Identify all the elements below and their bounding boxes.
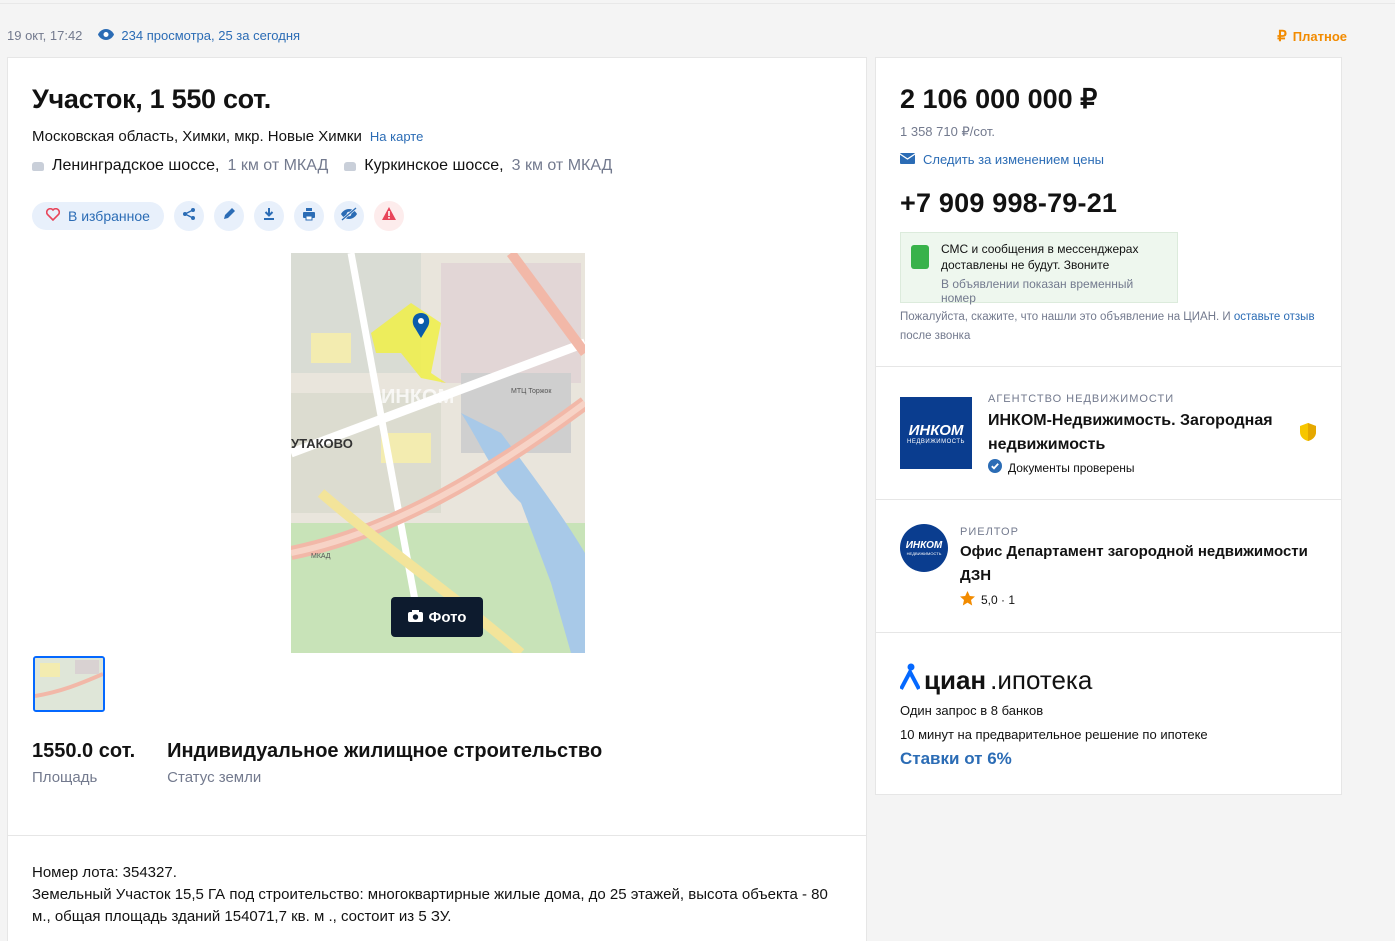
report-button[interactable] <box>373 201 404 231</box>
mail-icon <box>899 152 916 167</box>
edit-button[interactable] <box>213 201 244 231</box>
verified-check-icon <box>988 459 1002 476</box>
favorite-button[interactable]: В избранное <box>32 202 164 230</box>
page-title: Участок, 1 550 сот. <box>32 84 271 114</box>
listing-card: Участок, 1 550 сот. Московская область, … <box>7 57 867 837</box>
cian-logo-icon <box>899 663 921 696</box>
map-road-label: МКАД <box>311 553 331 560</box>
sidebar: 2 106 000 000 ₽ 1 358 710 ₽/сот. Следить… <box>875 57 1342 795</box>
leave-review-link[interactable]: оставьте отзыв <box>1234 311 1315 323</box>
shield-icon <box>1300 423 1316 446</box>
map-watermark: ИНКОМ <box>381 386 454 408</box>
on-map-link[interactable]: На карте <box>370 129 423 144</box>
download-button[interactable] <box>253 201 284 231</box>
views-count: 234 просмотра, 25 за сегодня <box>121 27 301 43</box>
agency-name[interactable]: ИНКОМ-Недвижимость. Загородная недвижимо… <box>988 409 1298 457</box>
highway-item: Ленинградское шоссе, 1 км от МКАД <box>32 157 328 175</box>
fact-area: 1550.0 сот. Площадь <box>32 740 136 786</box>
realtor-rating: 5,0 · 1 <box>960 591 1015 609</box>
map-preview[interactable]: УТАКОВО ИНКОМ МТЦ Торжок МКАД Фото <box>291 253 585 653</box>
warning-icon <box>381 207 396 225</box>
agency-role: АГЕНТСТВО НЕДВИЖИМОСТИ <box>988 393 1175 405</box>
views-link[interactable]: 234 просмотра, 25 за сегодня <box>98 28 300 43</box>
hide-button[interactable] <box>333 201 364 231</box>
price-section: 2 106 000 000 ₽ 1 358 710 ₽/сот. Следить… <box>876 58 1341 367</box>
print-button[interactable] <box>293 201 324 231</box>
agency-logo: ИНКОМ НЕДВИЖИМОСТЬ <box>900 397 972 469</box>
paid-badge: ₽ Платное <box>1277 28 1347 45</box>
share-button[interactable] <box>173 201 204 231</box>
description: Номер лота: 354327. Земельный Участок 15… <box>32 864 828 925</box>
camera-icon <box>407 609 423 626</box>
publish-date: 19 окт, 17:42 <box>7 27 83 43</box>
listing-meta: 19 окт, 17:42 234 просмотра, 25 за сегод… <box>7 26 1347 46</box>
follow-price-link[interactable]: Следить за изменением цены <box>899 152 1104 167</box>
photo-button[interactable]: Фото <box>391 597 483 637</box>
star-icon <box>960 591 975 609</box>
realtor-role: РИЕЛТОР <box>960 526 1019 538</box>
fact-land-status: Индивидуальное жилищное строительство Ст… <box>167 740 603 786</box>
feedback-request: Пожалуйста, скажите, что нашли это объяв… <box>900 311 1315 342</box>
mortgage-line-2: 10 минут на предварительное решение по и… <box>900 727 1208 742</box>
phone-lock-icon <box>911 245 929 269</box>
facts-row: 1550.0 сот. Площадь Индивидуальное жилищ… <box>32 740 602 786</box>
map-image: УТАКОВО ИНКОМ МТЦ Торжок МКАД <box>291 253 585 653</box>
mortgage-line-1: Один запрос в 8 банков <box>900 703 1044 718</box>
heart-icon <box>45 207 61 224</box>
cian-ipoteka-logo: циан .ипотека <box>899 663 1092 696</box>
address-text: Московская область, Химки, мкр. Новые Хи… <box>32 128 362 145</box>
highway-item: Куркинское шоссе, 3 км от МКАД <box>344 157 612 175</box>
realtor-name[interactable]: Офис Департамент загородной недвижимости… <box>960 540 1320 588</box>
mortgage-section[interactable]: циан .ипотека Один запрос в 8 банков 10 м… <box>876 633 1341 794</box>
documents-verified: Документы проверены <box>988 459 1135 476</box>
realtor-section[interactable]: ИНКОМ НЕДВИЖИМОСТЬ РИЕЛТОР Офис Департам… <box>876 500 1341 633</box>
address: Московская область, Химки, мкр. Новые Хи… <box>32 128 423 145</box>
phone-number[interactable]: +7 909 998-79-21 <box>900 188 1117 219</box>
realtor-avatar: ИНКОМ НЕДВИЖИМОСТЬ <box>900 524 948 572</box>
top-divider <box>0 0 1395 4</box>
ruble-icon: ₽ <box>1277 28 1287 45</box>
description-card: Номер лота: 354327. Земельный Участок 15… <box>7 835 867 941</box>
share-icon <box>182 207 196 226</box>
printer-icon <box>302 207 316 226</box>
download-icon <box>262 207 276 226</box>
car-icon <box>32 161 44 171</box>
price: 2 106 000 000 ₽ <box>900 84 1098 114</box>
map-mall-label: МТЦ Торжок <box>511 388 552 395</box>
highways: Ленинградское шоссе, 1 км от МКАД Куркин… <box>32 157 612 175</box>
pencil-icon <box>222 207 236 226</box>
agency-section[interactable]: ИНКОМ НЕДВИЖИМОСТЬ АГЕНТСТВО НЕДВИЖИМОСТ… <box>876 367 1341 500</box>
eye-icon <box>98 28 115 43</box>
price-per-unit: 1 358 710 ₽/сот. <box>900 124 996 139</box>
action-toolbar: В избранное <box>32 201 404 231</box>
temp-number-notice: СМС и сообщения в мессенджерах доставлен… <box>900 232 1178 305</box>
eye-off-icon <box>340 206 358 226</box>
photo-thumbnail[interactable] <box>33 656 105 712</box>
car-icon <box>344 161 357 171</box>
map-district-label: УТАКОВО <box>291 436 353 451</box>
mortgage-rates-link[interactable]: Ставки от 6% <box>900 749 1012 769</box>
